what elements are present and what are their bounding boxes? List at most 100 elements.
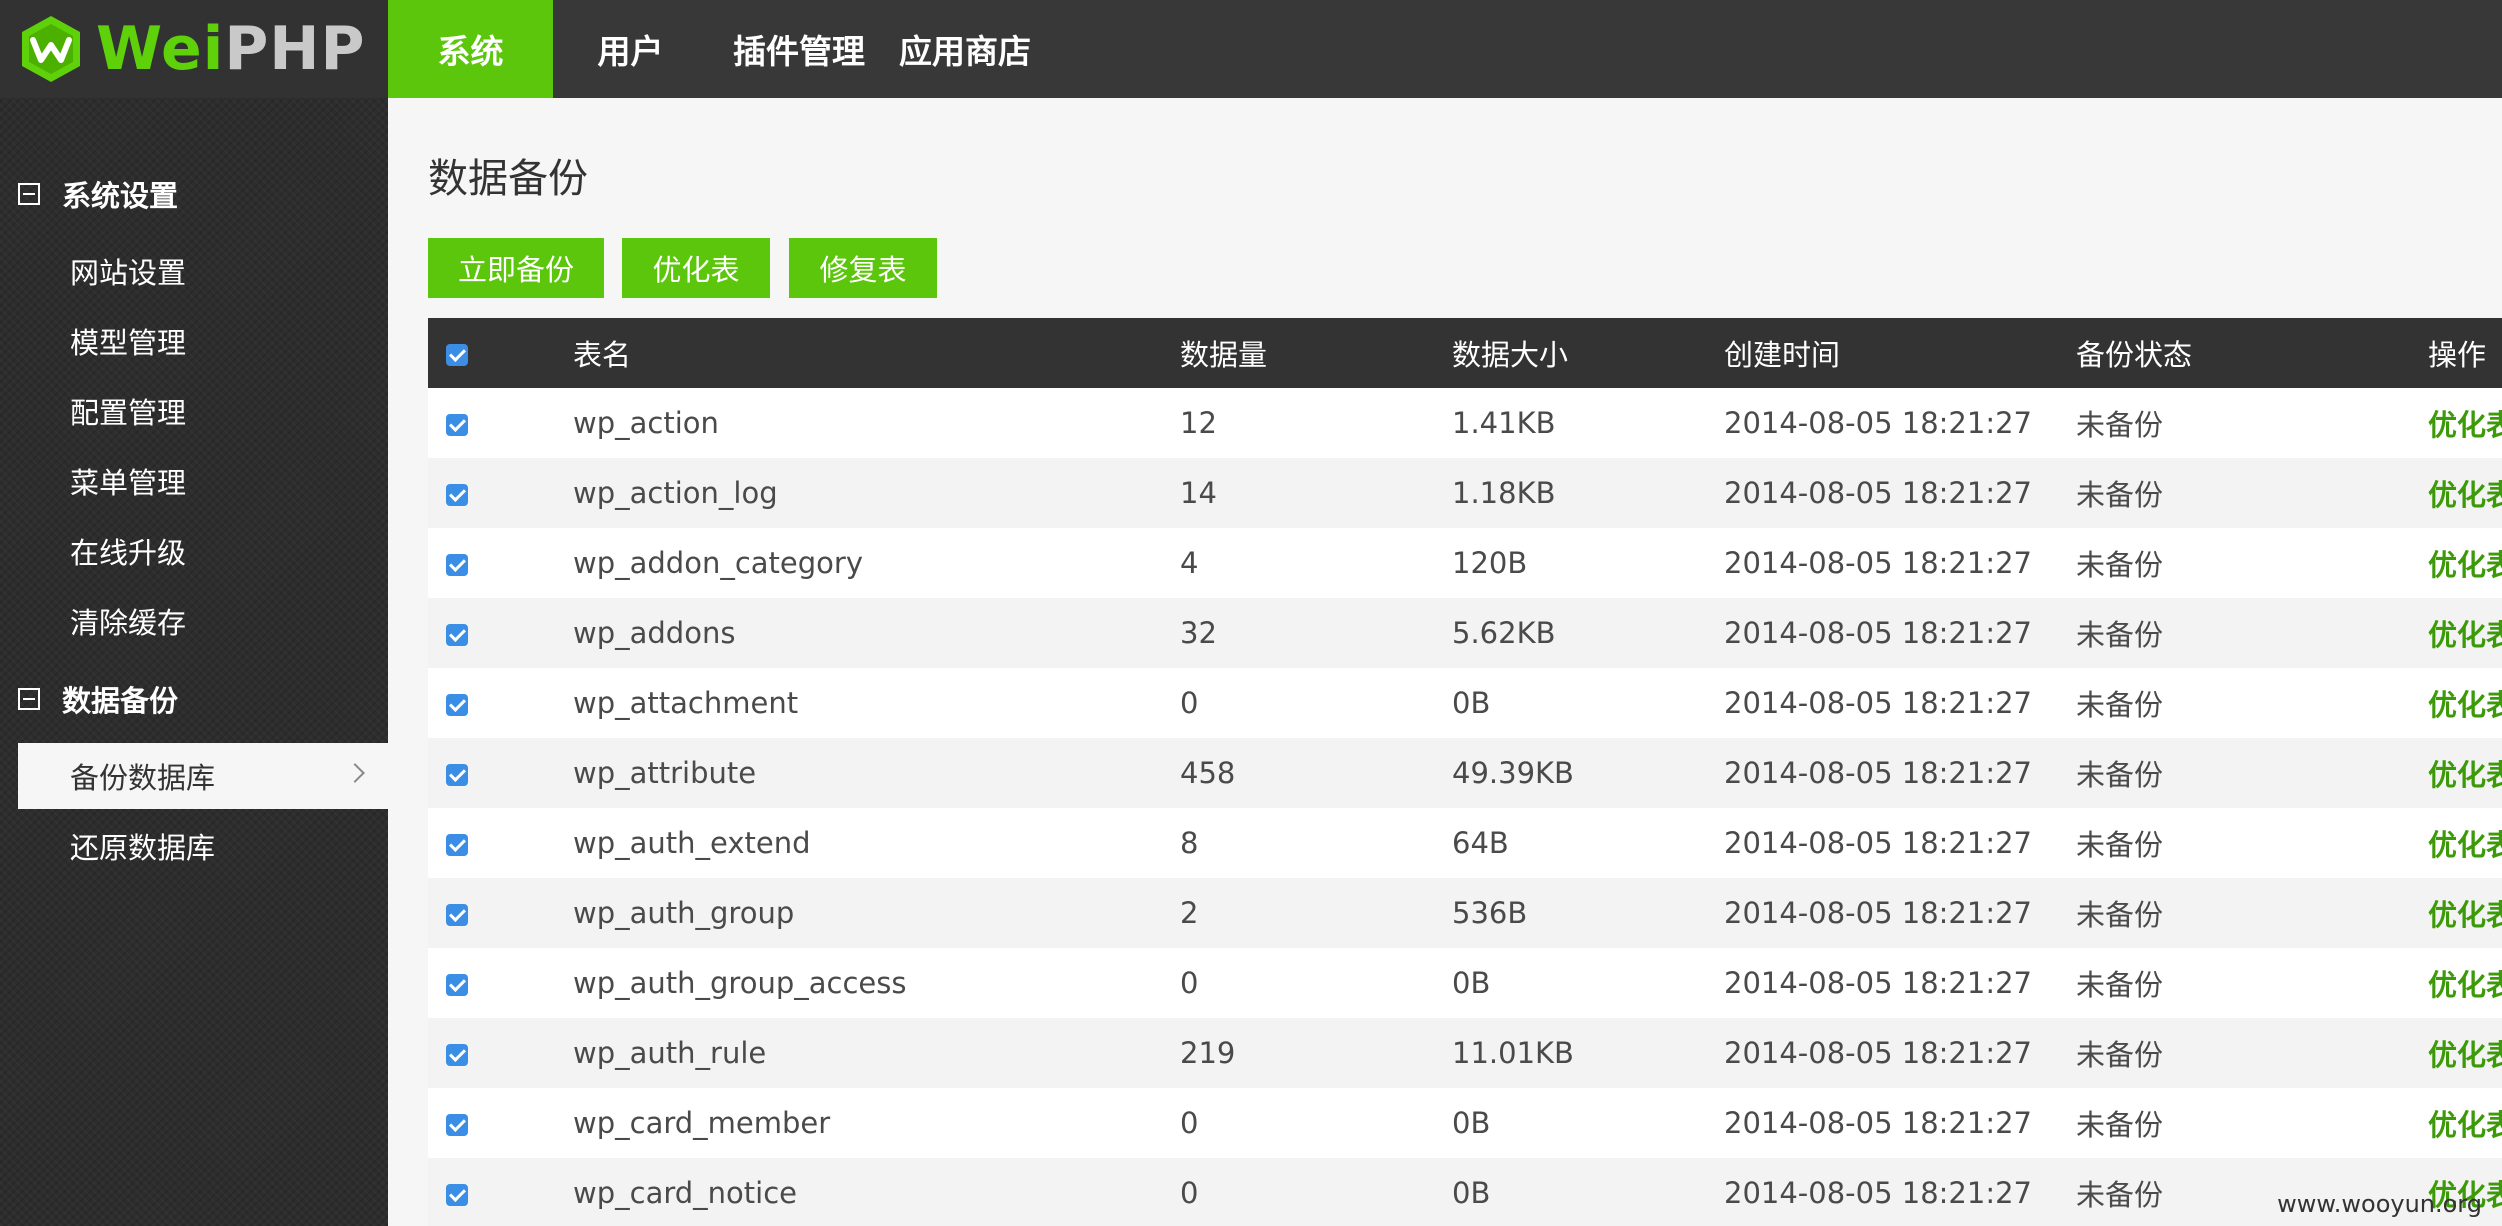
sidebar-group-data-backup[interactable]: 数据备份 — [18, 674, 178, 724]
topnav-item-system[interactable]: 系统 — [388, 0, 553, 98]
checkbox-checked-icon[interactable] — [446, 414, 468, 436]
sidebar-group-system-settings[interactable]: 系统设置 — [18, 169, 178, 219]
created-time-cell: 2014-08-05 18:21:27 — [1724, 896, 2032, 930]
created-time-cell: 2014-08-05 18:21:27 — [1724, 546, 2032, 580]
topnav-item-users[interactable]: 用户 — [553, 0, 708, 98]
sidebar-item-menu-management[interactable]: 菜单管理 — [18, 448, 388, 514]
row-count-cell: 8 — [1180, 826, 1199, 860]
sidebar-item-label: 配置管理 — [70, 396, 187, 430]
collapse-minus-icon[interactable] — [18, 183, 40, 205]
checkbox-checked-icon[interactable] — [446, 344, 468, 366]
sidebar-group-label: 系统设置 — [62, 179, 179, 213]
row-select-cell — [428, 1088, 573, 1158]
table-name-cell: wp_attachment — [573, 686, 799, 720]
optimize-table-link[interactable]: 优化表 — [2428, 408, 2502, 442]
optimize-table-link[interactable]: 优化表 — [2428, 1108, 2502, 1142]
table-name-cell: wp_auth_extend — [573, 826, 811, 860]
header-backup-status: 备份状态 — [2076, 338, 2193, 372]
header-data-size: 数据大小 — [1452, 338, 1569, 372]
data-size-cell: 64B — [1452, 826, 1509, 860]
checkbox-checked-icon[interactable] — [446, 1114, 468, 1136]
backup-status-cell: 未备份 — [2076, 688, 2164, 722]
row-select-cell — [428, 738, 573, 808]
page-title: 数据备份 — [428, 156, 588, 202]
checkbox-checked-icon[interactable] — [446, 904, 468, 926]
logo[interactable]: WeiPHP — [0, 0, 388, 98]
table-name-cell: wp_auth_rule — [573, 1036, 767, 1070]
data-size-cell: 0B — [1452, 966, 1491, 1000]
data-size-cell: 11.01KB — [1452, 1036, 1574, 1070]
topnav-item-app-store[interactable]: 应用商店 — [890, 0, 1040, 98]
actions-cell: 优化表 — [2428, 738, 2502, 808]
optimize-table-link[interactable]: 优化表 — [2428, 968, 2502, 1002]
row-count-cell: 0 — [1180, 1106, 1199, 1140]
row-count-cell: 0 — [1180, 966, 1199, 1000]
row-count-cell: 0 — [1180, 686, 1199, 720]
sidebar-item-restore-database[interactable]: 还原数据库 — [18, 813, 388, 879]
data-size-cell: 120B — [1452, 546, 1528, 580]
sidebar-item-label: 还原数据库 — [70, 831, 216, 865]
optimize-table-link[interactable]: 优化表 — [2428, 828, 2502, 862]
optimize-table-link[interactable]: 优化表 — [2428, 898, 2502, 932]
table-row: wp_card_notice 0 0B 2014-08-05 18:21:27 未备份优… — [428, 1158, 2502, 1226]
sidebar-group-label: 数据备份 — [62, 684, 179, 718]
backup-now-button[interactable]: 立即备份 — [428, 238, 604, 298]
optimize-table-link[interactable]: 优化表 — [2428, 758, 2502, 792]
table-name-cell: wp_auth_group_access — [573, 966, 907, 1000]
optimize-table-button[interactable]: 优化表 — [622, 238, 770, 298]
checkbox-checked-icon[interactable] — [446, 694, 468, 716]
row-select-cell — [428, 808, 573, 878]
header-actions: 操作 — [2428, 338, 2487, 372]
optimize-table-link[interactable]: 优化表 — [2428, 618, 2502, 652]
optimize-table-link[interactable]: 优化表 — [2428, 1038, 2502, 1072]
created-time-cell: 2014-08-05 18:21:27 — [1724, 966, 2032, 1000]
logo-text-wei: Wei — [96, 14, 225, 84]
created-time-cell: 2014-08-05 18:21:27 — [1724, 686, 2032, 720]
table-row: wp_auth_extend 8 64B 2014-08-05 18:21:27 未备份… — [428, 808, 2502, 878]
sidebar-item-label: 在线升级 — [70, 536, 187, 570]
collapse-minus-icon[interactable] — [18, 688, 40, 710]
sidebar-item-site-settings[interactable]: 网站设置 — [18, 238, 388, 304]
table-name-cell: wp_action_log — [573, 476, 778, 510]
checkbox-checked-icon[interactable] — [446, 484, 468, 506]
topnav-item-plugins[interactable]: 插件管理 — [708, 0, 890, 98]
created-time-cell: 2014-08-05 18:21:27 — [1724, 1106, 2032, 1140]
row-select-cell — [428, 458, 573, 528]
actions-cell: 优化表 — [2428, 668, 2502, 738]
weiphp-logo-icon — [16, 14, 86, 84]
created-time-cell: 2014-08-05 18:21:27 — [1724, 1036, 2032, 1070]
checkbox-checked-icon[interactable] — [446, 624, 468, 646]
sidebar-item-backup-database[interactable]: 备份数据库 — [18, 743, 388, 809]
checkbox-checked-icon[interactable] — [446, 974, 468, 996]
actions-cell: 优化表 — [2428, 808, 2502, 878]
backup-status-cell: 未备份 — [2076, 898, 2164, 932]
actions-cell: 优化表 — [2428, 878, 2502, 948]
actions-cell: 优化表 — [2428, 1088, 2502, 1158]
checkbox-checked-icon[interactable] — [446, 554, 468, 576]
sidebar-item-model-management[interactable]: 模型管理 — [18, 308, 388, 374]
top-nav: 系统 用户 插件管理 应用商店 — [388, 0, 1040, 98]
backup-status-cell: 未备份 — [2076, 1038, 2164, 1072]
header-row-count: 数据量 — [1180, 338, 1268, 372]
optimize-table-link[interactable]: 优化表 — [2428, 478, 2502, 512]
optimize-table-link[interactable]: 优化表 — [2428, 548, 2502, 582]
sidebar-item-clear-cache[interactable]: 清除缓存 — [18, 588, 388, 654]
checkbox-checked-icon[interactable] — [446, 1184, 468, 1206]
backup-status-cell: 未备份 — [2076, 408, 2164, 442]
optimize-table-link[interactable]: 优化表 — [2428, 688, 2502, 722]
actions-cell: 优化表 — [2428, 948, 2502, 1018]
row-count-cell: 32 — [1180, 616, 1217, 650]
row-select-cell — [428, 1018, 573, 1088]
backup-status-cell: 未备份 — [2076, 828, 2164, 862]
actions-cell: 优化表 — [2428, 1018, 2502, 1088]
checkbox-checked-icon[interactable] — [446, 764, 468, 786]
sidebar-item-online-upgrade[interactable]: 在线升级 — [18, 518, 388, 584]
row-select-cell — [428, 948, 573, 1018]
repair-table-button[interactable]: 修复表 — [789, 238, 937, 298]
sidebar-item-config-management[interactable]: 配置管理 — [18, 378, 388, 444]
sidebar-item-label: 模型管理 — [70, 326, 187, 360]
data-size-cell: 1.41KB — [1452, 406, 1556, 440]
checkbox-checked-icon[interactable] — [446, 834, 468, 856]
table-row: wp_auth_rule 219 11.01KB 2014-08-05 18:21:2… — [428, 1018, 2502, 1088]
checkbox-checked-icon[interactable] — [446, 1044, 468, 1066]
